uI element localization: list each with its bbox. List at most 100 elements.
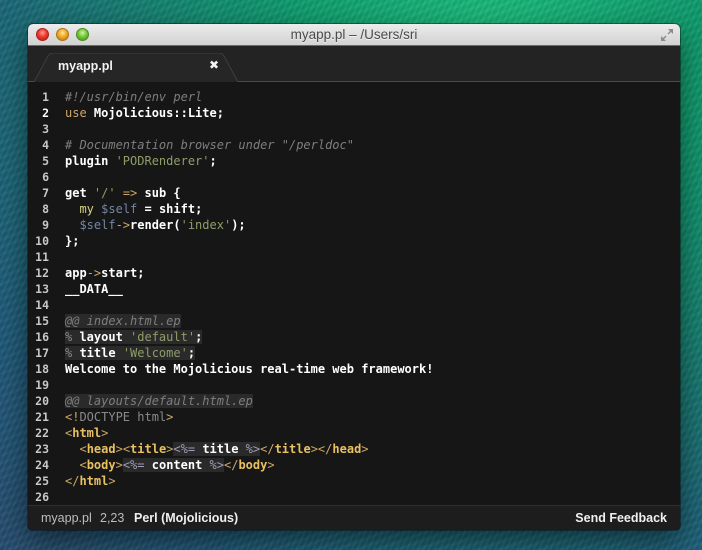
- code-token: >: [267, 458, 275, 472]
- code-token: 'index': [180, 218, 232, 232]
- code-text: app->start;: [65, 265, 145, 281]
- code-line[interactable]: 18 Welcome to the Mojolicious real-time w…: [28, 361, 680, 377]
- line-number: 21: [35, 410, 49, 424]
- code-token: content: [144, 458, 210, 472]
- code-token: head: [86, 442, 116, 456]
- code-text: <body><%= content %></body>: [65, 457, 275, 473]
- code-line[interactable]: 24 <body><%= content %></body>: [28, 457, 680, 473]
- code-token: <%=: [173, 442, 196, 456]
- code-token: =>: [122, 186, 138, 200]
- status-cursor-position: 2,23: [100, 511, 125, 525]
- line-number: 4: [42, 138, 49, 152]
- code-token: layout: [79, 330, 131, 344]
- tab-label: myapp.pl: [58, 59, 113, 73]
- code-editor[interactable]: 1 #!/usr/bin/env perl 2 use Mojolicious::Li…: [28, 82, 680, 505]
- code-token: };: [65, 234, 80, 248]
- status-syntax-selector[interactable]: Perl (Mojolicious): [134, 511, 238, 525]
- line-number: 19: [35, 378, 49, 392]
- code-token: %>: [209, 458, 224, 472]
- code-text: plugin 'PODRenderer';: [65, 153, 217, 169]
- code-line[interactable]: 13 __DATA__: [28, 281, 680, 297]
- code-line[interactable]: 9 $self->render('index');: [28, 217, 680, 233]
- code-token: ;: [195, 330, 203, 344]
- code-token: body: [238, 458, 268, 472]
- code-line[interactable]: 12 app->start;: [28, 265, 680, 281]
- code-line[interactable]: 5 plugin 'PODRenderer';: [28, 153, 680, 169]
- code-line[interactable]: 25 </html>: [28, 473, 680, 489]
- title-bar[interactable]: myapp.pl – /Users/sri: [28, 24, 680, 46]
- code-token: title: [195, 442, 246, 456]
- code-line[interactable]: 7 get '/' => sub {: [28, 185, 680, 201]
- line-number: 5: [42, 154, 49, 168]
- line-number: 9: [42, 218, 49, 232]
- code-text: </html>: [65, 473, 116, 489]
- code-line[interactable]: 20 @@ layouts/default.html.ep: [28, 393, 680, 409]
- line-number: 1: [42, 90, 49, 104]
- code-token: 'Welcome': [122, 346, 188, 360]
- code-token: __DATA__: [65, 282, 123, 296]
- code-line[interactable]: 22 <html>: [28, 425, 680, 441]
- code-line[interactable]: 6: [28, 169, 680, 185]
- code-token: </: [65, 474, 80, 488]
- code-text: % title 'Welcome';: [65, 345, 196, 361]
- code-token: <: [79, 458, 87, 472]
- code-line[interactable]: 19: [28, 377, 680, 393]
- code-token: >: [115, 458, 123, 472]
- code-token: Mojolicious::Lite;: [86, 106, 224, 120]
- fullscreen-icon[interactable]: [660, 28, 674, 42]
- code-text: @@ layouts/default.html.ep: [65, 393, 253, 409]
- code-token: >: [361, 442, 369, 456]
- code-token: <%=: [122, 458, 145, 472]
- tab-close-icon[interactable]: ✖: [209, 58, 219, 72]
- code-token: DOCTYPE html: [79, 410, 167, 424]
- code-token: '/': [93, 186, 116, 200]
- code-token: 'default': [130, 330, 196, 344]
- code-token: );: [231, 218, 246, 232]
- code-line[interactable]: 8 my $self = shift;: [28, 201, 680, 217]
- code-line[interactable]: 21 <!DOCTYPE html>: [28, 409, 680, 425]
- code-token: Welcome to the Mojolicious real-time web…: [65, 362, 434, 376]
- tab-myapp-pl[interactable]: myapp.pl ✖: [34, 53, 244, 82]
- code-token: %: [65, 346, 80, 360]
- line-number: 16: [35, 330, 49, 344]
- window-title: myapp.pl – /Users/sri: [290, 27, 418, 42]
- code-line[interactable]: 15 @@ index.html.ep: [28, 313, 680, 329]
- code-text: $self->render('index');: [65, 217, 246, 233]
- code-line[interactable]: 11: [28, 249, 680, 265]
- code-line[interactable]: 2 use Mojolicious::Lite;: [28, 105, 680, 121]
- code-line[interactable]: 16% layout 'default';: [28, 329, 680, 345]
- code-line[interactable]: 23 <head><title><%= title %></title></he…: [28, 441, 680, 457]
- code-line[interactable]: 3: [28, 121, 680, 137]
- line-number: 13: [35, 282, 49, 296]
- code-text: my $self = shift;: [65, 201, 202, 217]
- code-text: <!DOCTYPE html>: [65, 409, 173, 425]
- code-token: title: [130, 442, 167, 456]
- code-token: ;: [209, 154, 217, 168]
- code-line[interactable]: 26: [28, 489, 680, 505]
- code-token: app: [65, 266, 87, 280]
- line-number: 25: [35, 474, 49, 488]
- code-token: # Documentation browser under "/perldoc": [65, 138, 354, 152]
- status-bar: myapp.pl 2,23 Perl (Mojolicious) Send Fe…: [28, 505, 680, 530]
- code-token: body: [86, 458, 116, 472]
- code-token: sub {: [137, 186, 181, 200]
- code-line[interactable]: 10};: [28, 233, 680, 249]
- code-line[interactable]: 4 # Documentation browser under "/perldoc…: [28, 137, 680, 153]
- code-line[interactable]: 1 #!/usr/bin/env perl: [28, 89, 680, 105]
- send-feedback-link[interactable]: Send Feedback: [575, 511, 667, 525]
- code-text: __DATA__: [65, 281, 123, 297]
- code-token: render(: [130, 218, 181, 232]
- code-line[interactable]: 17% title 'Welcome';: [28, 345, 680, 361]
- line-number: 15: [35, 314, 49, 328]
- code-token: >: [101, 426, 109, 440]
- line-number: 24: [35, 458, 49, 472]
- line-number: 18: [35, 362, 49, 376]
- code-token: %: [65, 330, 80, 344]
- code-token: >: [108, 474, 116, 488]
- code-token: head: [332, 442, 362, 456]
- code-line[interactable]: 14: [28, 297, 680, 313]
- code-text: <head><title><%= title %></title></head>: [65, 441, 369, 457]
